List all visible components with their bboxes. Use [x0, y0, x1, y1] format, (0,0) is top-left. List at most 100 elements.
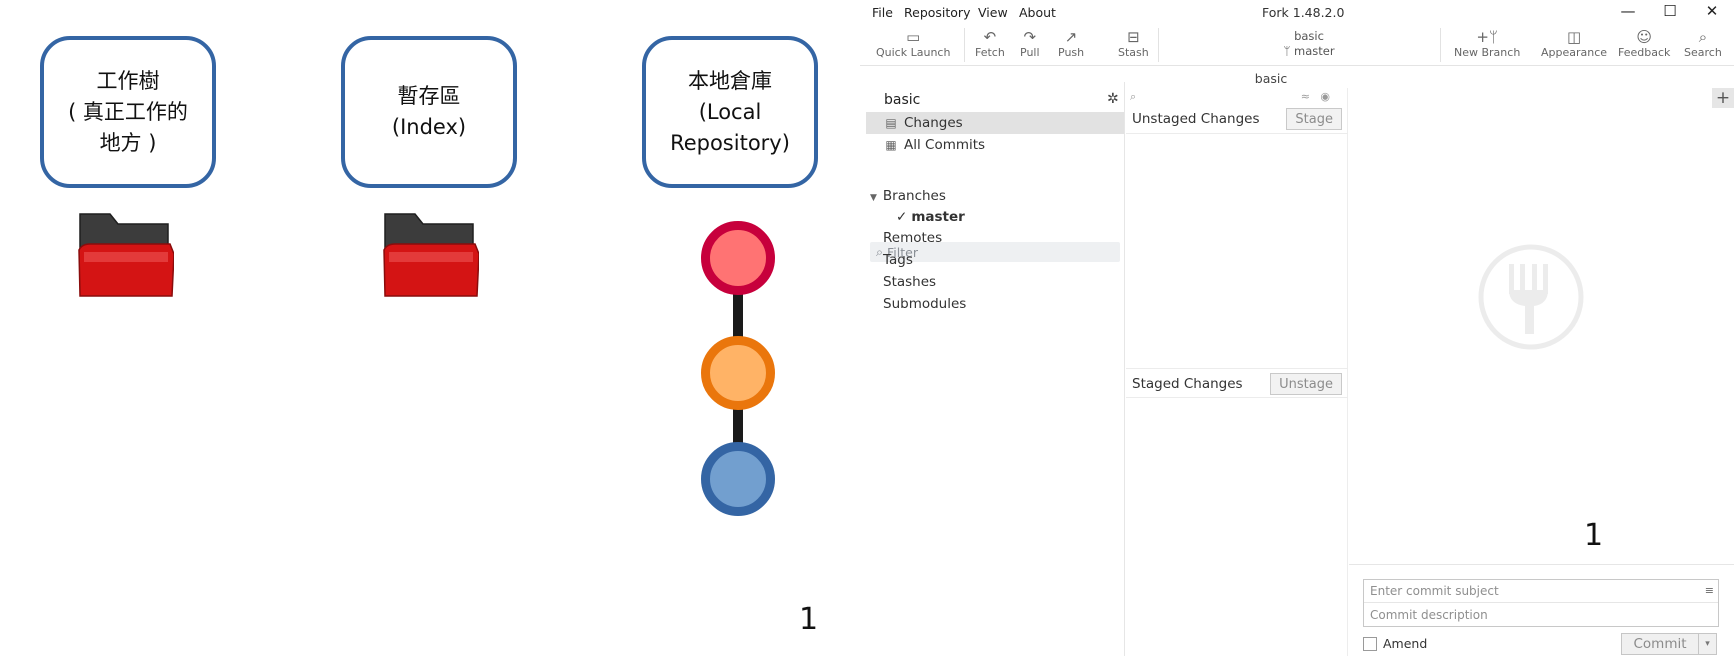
commit-subject-input[interactable]	[1364, 580, 1718, 603]
working-tree-box: 工作樹 ( 真正工作的 地方 )	[40, 36, 216, 188]
page-number: 1	[799, 602, 819, 637]
commit-button[interactable]: Commit	[1621, 633, 1699, 655]
staging-area-title: 暫存區	[397, 84, 461, 108]
staged-title: Staged Changes	[1132, 376, 1243, 392]
working-tree-title: 工作樹	[96, 68, 160, 93]
toolbar-divider	[1158, 28, 1159, 62]
search-icon: ⌕	[876, 244, 884, 259]
eye-icon[interactable]: ◉	[1320, 90, 1330, 103]
fork-window: File Repository View About Fork 1.48.2.0…	[860, 0, 1734, 656]
stash-label: Stash	[1118, 46, 1149, 59]
menu-repository[interactable]: Repository	[904, 5, 970, 20]
branch-item-master[interactable]: ✓ master	[896, 209, 965, 225]
feedback-button[interactable]: ☺ Feedback	[1618, 28, 1670, 59]
maximize-icon[interactable]: ☐	[1659, 2, 1681, 22]
new-branch-icon: +ᛘ	[1476, 28, 1498, 46]
local-repository-title: 本地倉庫	[688, 68, 772, 93]
gear-icon[interactable]: ✲	[1107, 91, 1119, 107]
fetch-label: Fetch	[975, 46, 1005, 59]
sidebar-item-label: Changes	[904, 115, 963, 131]
fork-logo-icon	[1478, 244, 1584, 350]
repo-name: basic	[1294, 29, 1324, 43]
working-tree-subtitle: ( 真正工作的	[68, 99, 188, 124]
tags-section[interactable]: Tags	[883, 252, 913, 268]
amend-label: Amend	[1383, 636, 1428, 651]
toolbar-divider	[1440, 28, 1441, 62]
pull-label: Pull	[1020, 46, 1040, 59]
branch-label: master	[911, 209, 965, 225]
new-branch-button[interactable]: +ᛘ New Branch	[1454, 28, 1520, 59]
unstage-button[interactable]: Unstage	[1270, 373, 1342, 395]
push-label: Push	[1058, 46, 1085, 59]
remotes-section[interactable]: Remotes	[883, 230, 942, 246]
folder-icon: ▭	[906, 28, 921, 46]
staging-area-box: 暫存區 (Index)	[341, 36, 517, 188]
sidebar-repo-name: basic	[884, 92, 921, 108]
toolbar: ▭ Quick Launch ↶ Fetch ↷ Pull ↗ Push ⊟ S…	[860, 24, 1734, 66]
close-icon[interactable]: ✕	[1701, 2, 1723, 22]
quick-launch-button[interactable]: ▭ Quick Launch	[876, 28, 950, 59]
stage-button[interactable]: Stage	[1286, 108, 1342, 130]
submodules-section[interactable]: Submodules	[883, 296, 966, 312]
search-button[interactable]: ⌕ Search	[1684, 28, 1722, 59]
local-repository-subtitle-2: Repository)	[670, 130, 790, 155]
diff-area: + 1 ≡ Amend Commit ▾	[1349, 88, 1734, 656]
commit-description-input[interactable]	[1364, 603, 1718, 626]
menu-view[interactable]: View	[978, 5, 1008, 20]
pull-button[interactable]: ↷ Pull	[1020, 28, 1040, 59]
amend-checkbox[interactable]	[1363, 637, 1377, 651]
commit-node	[701, 336, 775, 410]
unstaged-header: Unstaged Changes Stage	[1126, 104, 1348, 134]
collapse-icon[interactable]: ≈	[1301, 90, 1310, 103]
menu-bar: File Repository View About Fork 1.48.2.0…	[860, 0, 1734, 24]
new-branch-label: New Branch	[1454, 46, 1521, 59]
sidebar-item-label: All Commits	[904, 137, 986, 153]
search-icon: ⌕	[1130, 90, 1137, 103]
commit-pane: ≡ Amend Commit ▾	[1349, 564, 1734, 656]
chevron-down-icon[interactable]: ▾	[1699, 633, 1717, 655]
commit-message-box: ≡	[1363, 579, 1719, 627]
fetch-icon: ↶	[983, 28, 997, 46]
git-areas-diagram: 工作樹 ( 真正工作的 地方 ) 暫存區 (Index) 本地倉庫 (Local…	[0, 0, 860, 656]
staged-header: Staged Changes Unstage	[1126, 368, 1348, 398]
smiley-icon: ☺	[1636, 28, 1653, 46]
commit-node	[701, 221, 775, 295]
staging-area-folder-icon	[383, 213, 479, 297]
search-label: Search	[1684, 46, 1722, 59]
feedback-label: Feedback	[1618, 46, 1671, 59]
pull-icon: ↷	[1023, 28, 1037, 46]
stash-button[interactable]: ⊟ Stash	[1118, 28, 1149, 59]
sidebar: basic ✲ ▤ Changes ▦ All Commits ⌕ Filter…	[860, 82, 1125, 656]
stash-icon: ⊟	[1127, 28, 1140, 46]
search-icon: ⌕	[1698, 28, 1708, 46]
menu-file[interactable]: File	[872, 5, 893, 20]
add-icon[interactable]: +	[1712, 88, 1734, 108]
unstaged-title: Unstaged Changes	[1132, 111, 1260, 127]
repo-branch-indicator[interactable]: basic ᛘ master	[1249, 29, 1369, 59]
staging-area-subtitle: (Index)	[391, 115, 467, 139]
checkmark-icon: ✓	[896, 209, 908, 225]
push-icon: ↗	[1064, 28, 1078, 46]
push-button[interactable]: ↗ Push	[1058, 28, 1084, 59]
quick-launch-label: Quick Launch	[876, 46, 951, 59]
branches-section[interactable]: ▼ Branches	[870, 188, 946, 204]
appearance-label: Appearance	[1541, 46, 1608, 59]
sidebar-item-all-commits[interactable]: ▦ All Commits	[866, 134, 1124, 156]
changes-panel: ⌕ ≈ ◉ Unstaged Changes Stage Staged Chan…	[1126, 88, 1348, 656]
sidebar-item-changes[interactable]: ▤ Changes	[866, 112, 1124, 134]
stashes-section[interactable]: Stashes	[883, 274, 936, 290]
menu-icon[interactable]: ≡	[1705, 584, 1714, 597]
commits-icon: ▦	[885, 138, 897, 152]
working-tree-folder-icon	[78, 213, 174, 297]
menu-about[interactable]: About	[1019, 5, 1056, 20]
commit-node	[701, 442, 775, 516]
branches-label: Branches	[882, 188, 946, 204]
content-repo-name: basic	[1254, 71, 1288, 86]
fetch-button[interactable]: ↶ Fetch	[975, 28, 1005, 59]
working-tree-subtitle-2: 地方 )	[99, 130, 157, 155]
branch-name: master	[1294, 44, 1335, 58]
minimize-icon[interactable]: —	[1617, 2, 1639, 22]
changes-view: basic ⌕ ≈ ◉ Unstaged Changes Stage Stage…	[1126, 66, 1734, 656]
chevron-down-icon: ▼	[870, 193, 877, 203]
appearance-button[interactable]: ◫ Appearance	[1541, 28, 1607, 59]
